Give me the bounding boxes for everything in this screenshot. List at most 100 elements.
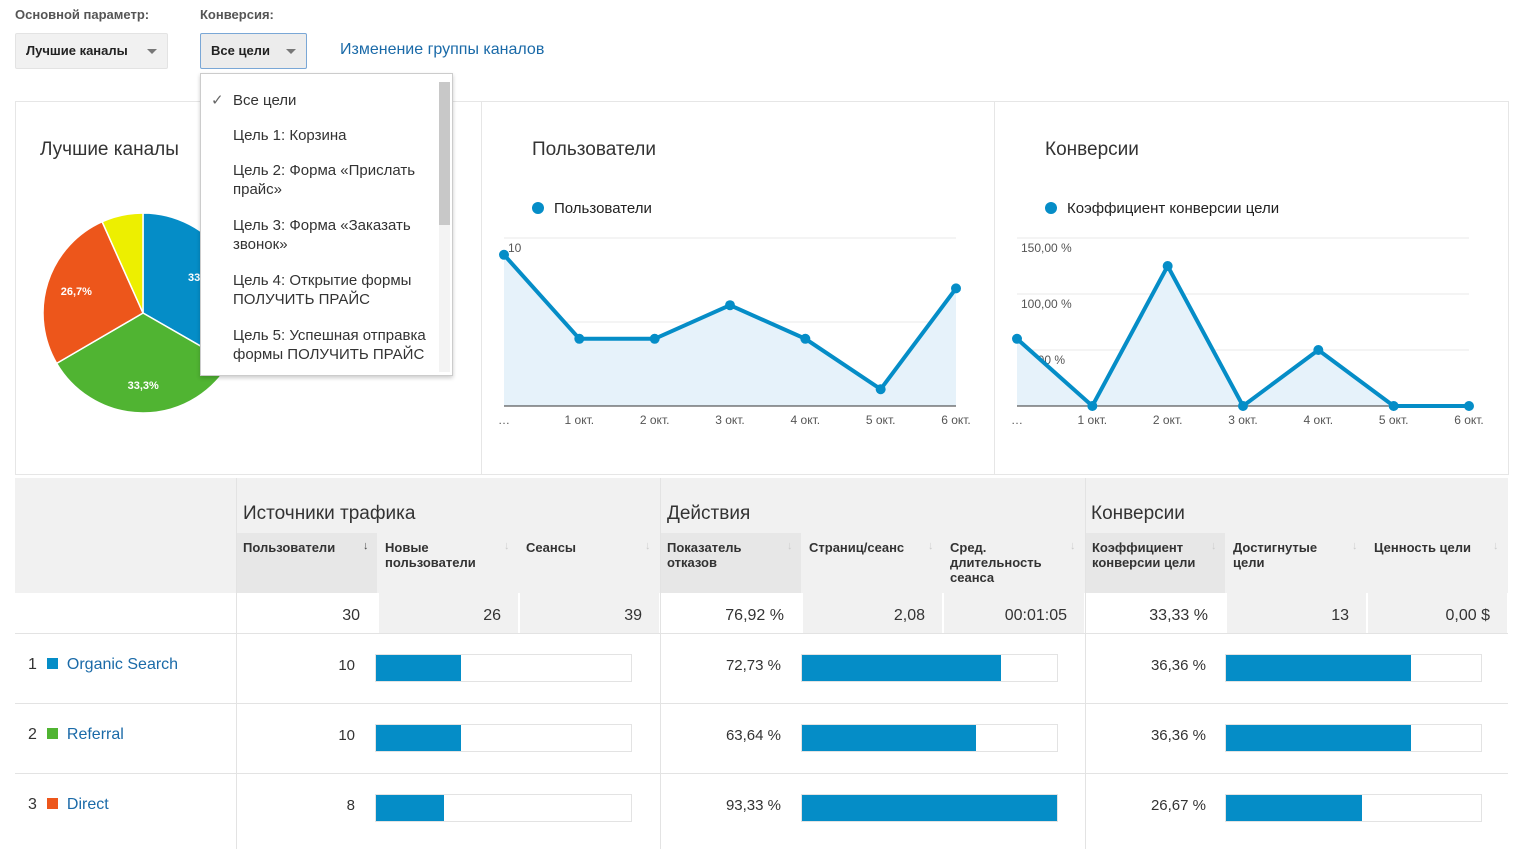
y-tick-label: 150,00 % xyxy=(1021,241,1072,255)
total-value: 13 xyxy=(1331,607,1349,624)
dropdown-item[interactable]: Цель 4: Открытие формы ПОЛУЧИТЬ ПРАЙС xyxy=(233,271,438,309)
total-value: 33,33 % xyxy=(1149,607,1208,624)
channel-link[interactable]: Referral xyxy=(67,726,124,743)
users-bar xyxy=(375,654,632,682)
users-bar xyxy=(375,724,632,752)
dropdown-item-label: Цель 1: Корзина xyxy=(233,127,347,144)
column-header[interactable]: Показатель отказов xyxy=(667,540,777,570)
data-point xyxy=(1388,401,1399,411)
channel-link[interactable]: Organic Search xyxy=(67,656,178,673)
row-number: 1 xyxy=(28,656,37,673)
sort-arrow-icon[interactable]: ↓ xyxy=(1070,540,1076,552)
dropdown-item-label: Цель 2: Форма «Прислать прайс» xyxy=(233,162,416,198)
sort-arrow-icon[interactable]: ↓ xyxy=(504,540,510,552)
sort-arrow-icon[interactable]: ↓ xyxy=(363,540,369,552)
sort-arrow-icon[interactable]: ↓ xyxy=(1352,540,1358,552)
data-point xyxy=(1464,401,1474,411)
x-tick-label: 3 окт. xyxy=(1228,413,1258,427)
dropdown-item[interactable]: Цель 1: Корзина xyxy=(233,126,438,145)
scrollbar-thumb[interactable] xyxy=(439,82,450,225)
total-value: 00:01:05 xyxy=(1004,607,1067,624)
series-line xyxy=(1015,261,1469,410)
dropdown-item[interactable]: Цель 5: Успешная отправка формы ПОЛУЧИТЬ… xyxy=(233,326,438,364)
channel-link[interactable]: Direct xyxy=(67,796,109,813)
channel-color-icon xyxy=(46,798,58,809)
conversion-bar xyxy=(1225,724,1482,752)
pie-label: 26,7% xyxy=(61,286,92,298)
users-value: 8 xyxy=(346,797,355,814)
x-tick-label: 5 окт. xyxy=(866,413,896,427)
dropdown-item-label: Цель 3: Форма «Заказать звонок» xyxy=(233,217,411,253)
pie-label: 33,3% xyxy=(128,380,159,392)
conversion-bar xyxy=(1225,654,1482,682)
data-point xyxy=(725,300,735,311)
total-value: 0,00 $ xyxy=(1445,607,1490,624)
conversion-bar xyxy=(1225,794,1482,822)
sort-arrow-icon[interactable]: ↓ xyxy=(787,540,793,552)
column-header[interactable]: Коэффициент конверсии цели xyxy=(1092,540,1202,570)
bounce-bar xyxy=(801,654,1058,682)
sort-arrow-icon[interactable]: ↓ xyxy=(1211,540,1217,552)
column-header[interactable]: Новые пользователи xyxy=(385,540,495,570)
bounce-value: 63,64 % xyxy=(725,727,781,744)
data-point xyxy=(499,249,509,260)
x-tick-label: 3 окт. xyxy=(715,413,745,427)
total-value: 26 xyxy=(483,607,501,624)
conversion-dropdown-menu: ✓ Все цели Цель 1: Корзина Цель 2: Форма «П… xyxy=(200,73,453,376)
table-row: 3 Direct xyxy=(28,796,109,814)
row-number: 3 xyxy=(28,796,37,813)
total-value: 2,08 xyxy=(893,607,925,624)
data-point xyxy=(1313,345,1324,355)
column-header[interactable]: Пользователи xyxy=(243,540,353,555)
x-tick-label: 4 окт. xyxy=(1304,413,1334,427)
x-tick-label: 6 окт. xyxy=(1454,413,1484,427)
check-icon: ✓ xyxy=(211,92,224,109)
table-row: 1 Organic Search xyxy=(28,656,178,674)
column-header[interactable]: Страниц/сеанс xyxy=(809,540,919,555)
conversion-rate-value: 26,67 % xyxy=(1150,797,1206,814)
column-header[interactable]: Ценность цели xyxy=(1374,540,1484,555)
column-header[interactable]: Сред. длительность сеанса xyxy=(950,540,1060,585)
bounce-value: 93,33 % xyxy=(725,797,781,814)
users-bar xyxy=(375,794,632,822)
area-fill xyxy=(1017,266,1469,406)
y-tick-label: 10 xyxy=(508,241,522,255)
x-tick-label: … xyxy=(498,413,510,427)
group-actions: Действия xyxy=(667,503,751,524)
conversion-rate-value: 36,36 % xyxy=(1150,657,1206,674)
data-point xyxy=(1087,401,1098,411)
group-traffic-sources: Источники трафика xyxy=(243,503,416,524)
data-point xyxy=(574,333,585,344)
dropdown-item-label: Все цели xyxy=(233,92,297,109)
table-row: 2 Referral xyxy=(28,726,124,744)
x-tick-label: 2 окт. xyxy=(640,413,670,427)
sort-arrow-icon[interactable]: ↓ xyxy=(645,540,651,552)
data-point xyxy=(1238,401,1248,411)
row-number: 2 xyxy=(28,726,37,743)
data-point xyxy=(1162,261,1173,271)
data-point xyxy=(800,333,811,344)
sort-arrow-icon[interactable]: ↓ xyxy=(928,540,934,552)
users-value: 10 xyxy=(338,657,355,674)
dropdown-item[interactable]: Цель 2: Форма «Прислать прайс» xyxy=(233,161,438,199)
group-conversions: Конверсии xyxy=(1091,503,1185,524)
bounce-bar xyxy=(801,794,1058,822)
dropdown-item-label: Цель 5: Успешная отправка формы ПОЛУЧИТЬ… xyxy=(233,327,426,363)
bounce-value: 72,73 % xyxy=(725,657,781,674)
dropdown-item-label: Цель 4: Открытие формы ПОЛУЧИТЬ ПРАЙС xyxy=(233,272,412,308)
scrollbar[interactable] xyxy=(439,82,450,372)
x-tick-label: 4 окт. xyxy=(791,413,821,427)
x-tick-label: … xyxy=(1011,413,1023,427)
dropdown-item[interactable]: ✓ Все цели xyxy=(211,91,438,110)
bounce-bar xyxy=(801,724,1058,752)
sort-arrow-icon[interactable]: ↓ xyxy=(1493,540,1499,552)
data-point xyxy=(951,283,961,294)
x-tick-label: 2 окт. xyxy=(1153,413,1183,427)
column-header[interactable]: Сеансы xyxy=(526,540,636,555)
column-header[interactable]: Достигнутые цели xyxy=(1233,540,1343,570)
data-point xyxy=(875,384,886,395)
total-value: 30 xyxy=(342,607,360,624)
users-value: 10 xyxy=(338,727,355,744)
y-tick-label: 100,00 % xyxy=(1021,297,1072,311)
dropdown-item[interactable]: Цель 3: Форма «Заказать звонок» xyxy=(233,216,438,254)
